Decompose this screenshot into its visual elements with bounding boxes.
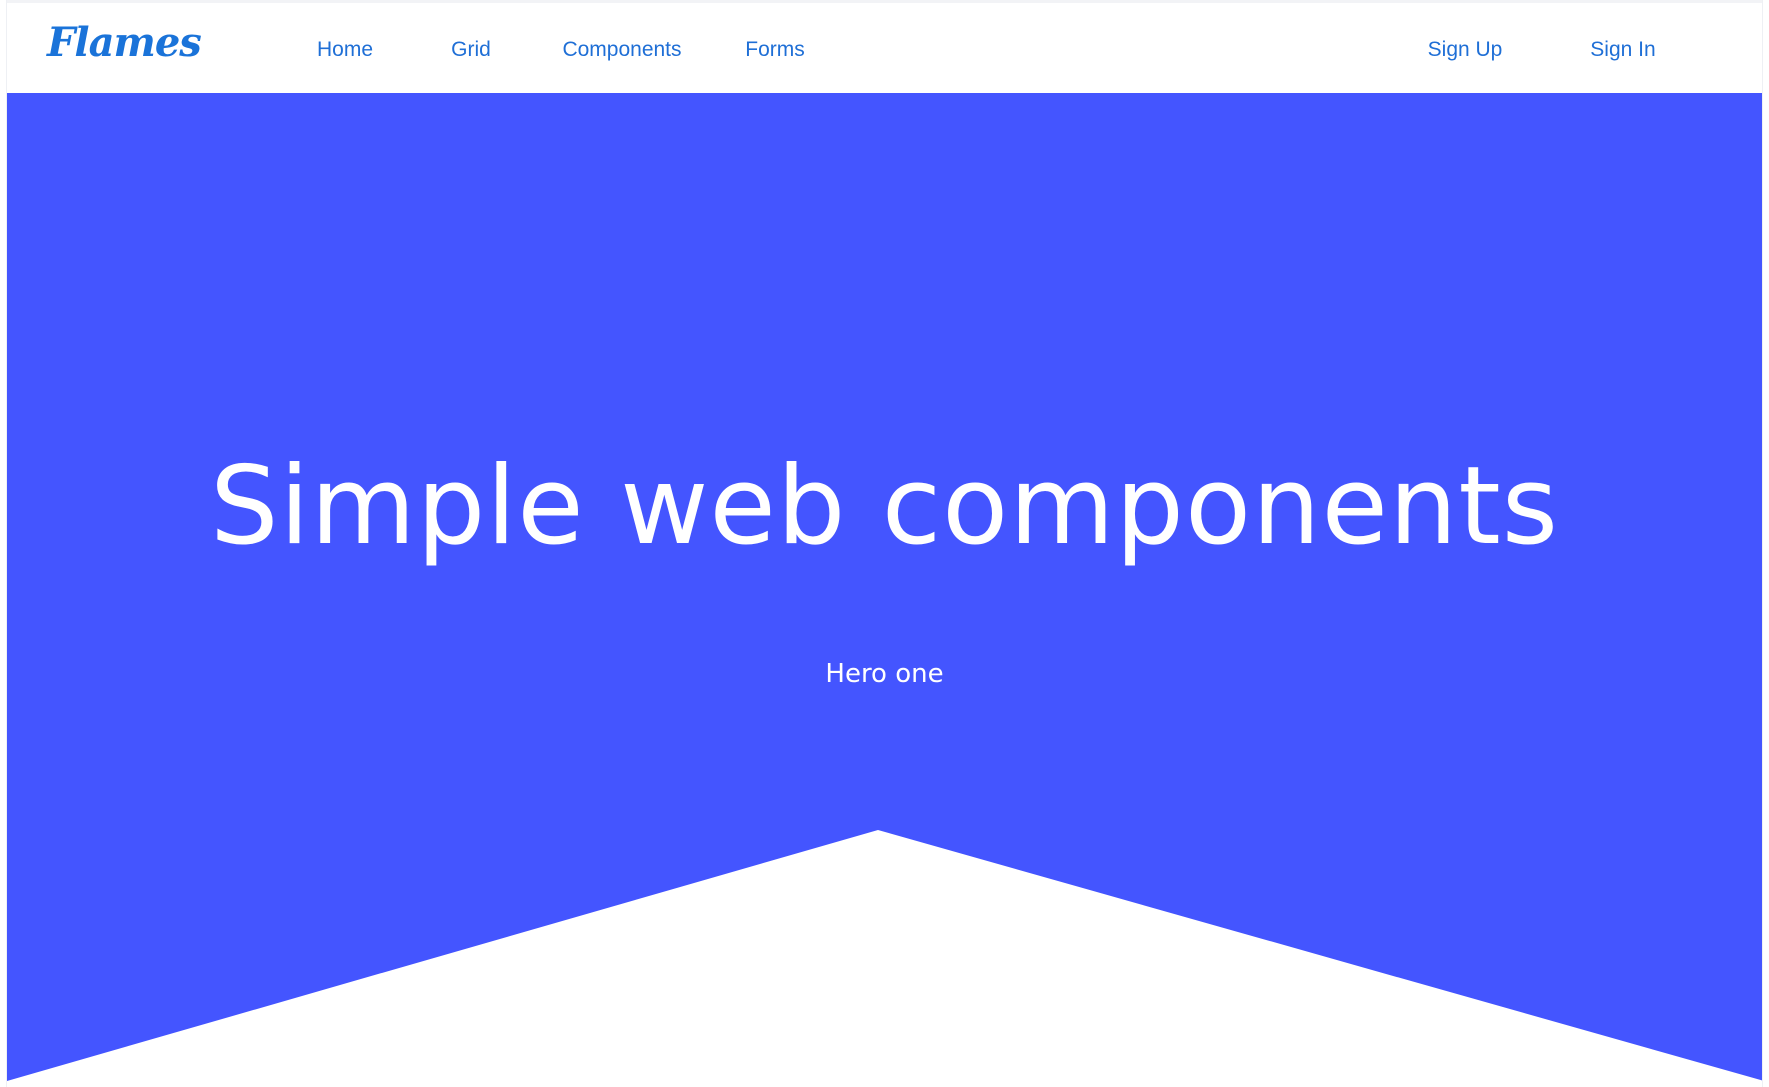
hero-chevron-shape <box>7 93 1762 1081</box>
sign-up-link[interactable]: Sign Up <box>1405 3 1525 96</box>
nav-link-components[interactable]: Components <box>547 3 697 96</box>
brand-logo[interactable]: Flames <box>47 23 202 63</box>
page-frame: Flames Home Grid Components Forms Sign U… <box>6 0 1763 1087</box>
sign-in-link[interactable]: Sign In <box>1567 3 1679 96</box>
hero-title: Simple web components <box>209 444 1559 569</box>
hero-background <box>7 93 1762 1081</box>
hero-subtitle: Hero one <box>825 659 944 689</box>
hero-section: Simple web components Hero one <box>7 93 1762 1087</box>
nav-link-grid[interactable]: Grid <box>427 3 515 96</box>
top-navbar: Flames Home Grid Components Forms Sign U… <box>7 0 1762 96</box>
nav-link-forms[interactable]: Forms <box>727 3 823 96</box>
nav-link-home[interactable]: Home <box>283 3 407 96</box>
